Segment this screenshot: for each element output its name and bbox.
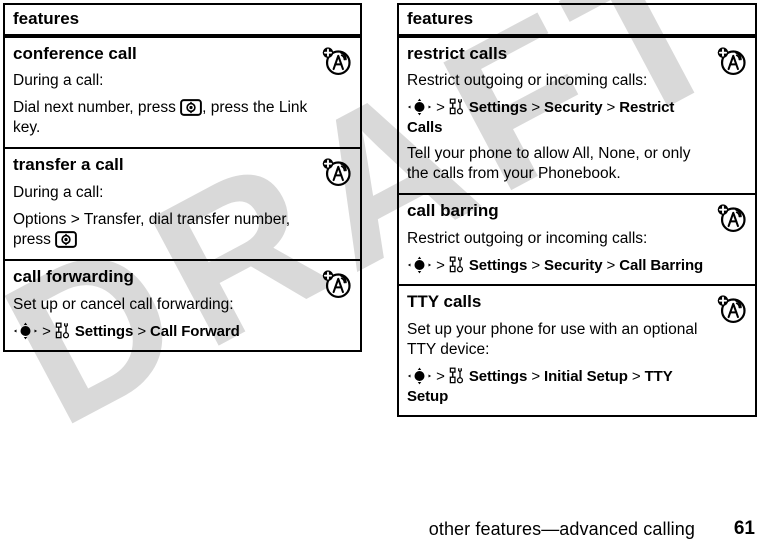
body-text: Restrict outgoing or incoming calls: xyxy=(407,71,648,89)
feature-description: During a call: xyxy=(13,183,314,203)
body-text: Restrict outgoing or incoming calls: xyxy=(407,229,648,247)
navigation-key-icon xyxy=(407,256,432,274)
feature-description: Restrict outgoing or incoming calls: xyxy=(407,229,709,249)
feature-row: call barring Restrict outgoing or incomin… xyxy=(399,193,755,284)
settings-tools-icon xyxy=(55,322,69,339)
feature-title: call barring xyxy=(407,201,499,221)
features-table-left: features conference call During a call: Di… xyxy=(3,3,362,353)
table-header-right: features xyxy=(399,5,755,38)
feature-description: Set up or cancel call forwarding: xyxy=(13,295,314,315)
tty-teletype-icon xyxy=(322,46,351,75)
body-text: > xyxy=(432,99,449,117)
body-text: > xyxy=(38,322,55,340)
menu-path: > Settings > Initial Setup > TTY Setup xyxy=(407,367,709,406)
body-text: Dial next number, press xyxy=(13,99,181,117)
body-text: > xyxy=(627,368,645,386)
feature-row: call forwarding Set up or cancel call for… xyxy=(5,259,360,350)
menu-item-label: Call Forward xyxy=(150,322,240,340)
feature-title: transfer a call xyxy=(13,155,124,175)
body-text: , press the xyxy=(202,99,279,117)
menu-item-label: Phonebook xyxy=(537,165,617,183)
feature-description: Set up your phone for use with an option… xyxy=(407,320,709,360)
feature-row: transfer a call During a call: Options > T… xyxy=(5,147,360,259)
navigation-key-icon xyxy=(407,98,432,116)
menu-item-label: None xyxy=(598,145,636,163)
features-table-right: features restrict calls Restrict outgoing… xyxy=(397,3,757,418)
menu-path: > Settings > Call Forward xyxy=(13,322,314,342)
body-text: > xyxy=(432,256,449,274)
send-key-icon xyxy=(180,99,203,116)
body-text: > xyxy=(527,368,545,386)
feature-description: Restrict outgoing or incoming calls: xyxy=(407,71,709,91)
feature-title: restrict calls xyxy=(407,43,508,63)
body-text: Set up or cancel call forwarding: xyxy=(13,295,234,313)
settings-tools-icon xyxy=(449,256,463,273)
footer-section-title: other features—advanced calling xyxy=(428,519,695,539)
menu-item-label: All xyxy=(572,145,590,163)
menu-path: > Settings > Security > Call Barring xyxy=(407,256,709,276)
menu-item-label: Call Barring xyxy=(619,256,704,274)
feature-description: Tell your phone to allow All, None, or o… xyxy=(407,144,709,184)
feature-description: Dial next number, press , press the Link… xyxy=(13,98,314,138)
feature-title: TTY calls xyxy=(407,292,482,312)
navigation-key-icon xyxy=(13,322,38,340)
settings-tools-icon xyxy=(449,98,463,115)
menu-item-label: Settings xyxy=(464,256,528,274)
feature-row: TTY calls Set up your phone for use with … xyxy=(399,284,755,415)
body-text: > xyxy=(66,210,84,228)
menu-item-label: Settings xyxy=(464,99,528,117)
tty-teletype-icon xyxy=(322,270,351,299)
settings-tools-icon xyxy=(449,367,463,384)
table-header-left: features xyxy=(5,5,360,38)
menu-item-label: Link xyxy=(278,99,308,117)
send-key-icon xyxy=(55,231,78,248)
feature-row: restrict calls Restrict outgoing or incom… xyxy=(399,38,755,194)
feature-rows-right: restrict calls Restrict outgoing or incom… xyxy=(399,38,755,416)
body-text: > xyxy=(432,368,449,386)
feature-description: During a call: xyxy=(13,71,314,91)
feature-rows-left: conference call During a call: Dial next n… xyxy=(5,38,360,351)
page-footer: other features—advanced calling 61 xyxy=(0,514,759,540)
footer-page-number: 61 xyxy=(733,518,755,539)
feature-row: conference call During a call: Dial next n… xyxy=(5,38,360,148)
feature-description: Options > Transfer, dial transfer number… xyxy=(13,210,314,250)
tty-teletype-icon xyxy=(717,46,746,75)
body-text: , xyxy=(589,145,599,163)
manual-page: features conference call During a call: Di… xyxy=(0,0,759,547)
body-text: Set up your phone for use with an option… xyxy=(407,320,698,358)
body-text: During a call: xyxy=(13,71,104,89)
body-text: Tell your phone to allow xyxy=(407,145,573,163)
body-text: > xyxy=(133,322,151,340)
body-text: . xyxy=(616,165,621,183)
tty-teletype-icon xyxy=(717,204,746,233)
body-text: > xyxy=(527,99,545,117)
tty-teletype-icon xyxy=(322,158,351,187)
menu-item-label: Settings xyxy=(70,322,134,340)
menu-item-label: Settings xyxy=(464,368,528,386)
feature-title: conference call xyxy=(13,43,137,63)
body-text: > xyxy=(602,99,620,117)
body-text: key. xyxy=(13,119,41,137)
body-text: During a call: xyxy=(13,183,104,201)
body-text: > xyxy=(602,256,620,274)
menu-item-label: Initial Setup xyxy=(544,368,628,386)
tty-teletype-icon xyxy=(717,295,746,324)
menu-item-label: Options xyxy=(13,210,67,228)
menu-item-label: Transfer xyxy=(83,210,141,228)
body-text: > xyxy=(527,256,545,274)
navigation-key-icon xyxy=(407,367,432,385)
feature-title: call forwarding xyxy=(13,267,134,287)
menu-item-label: Security xyxy=(544,256,603,274)
menu-path: > Settings > Security > Restrict Calls xyxy=(407,98,709,137)
menu-item-label: Security xyxy=(544,99,603,117)
